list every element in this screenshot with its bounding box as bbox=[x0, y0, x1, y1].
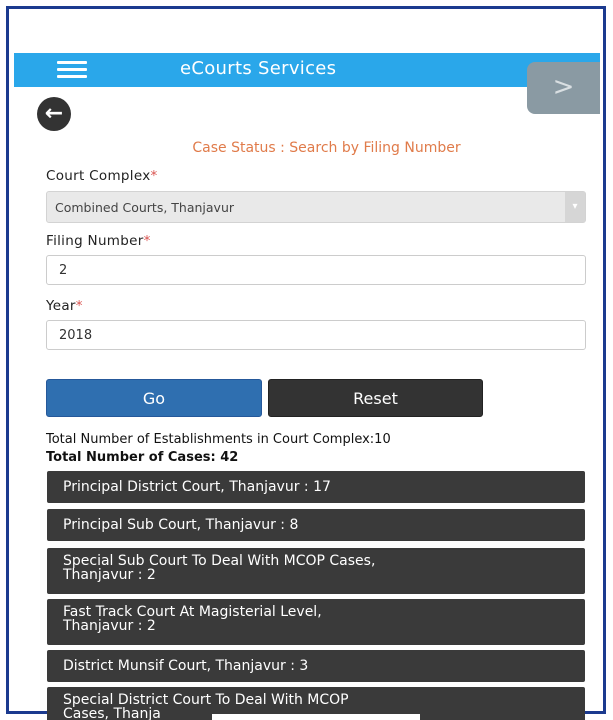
year-label-text: Year bbox=[46, 298, 76, 314]
required-asterisk: * bbox=[75, 298, 83, 314]
establishments-count: Total Number of Establishments in Court … bbox=[46, 432, 391, 447]
court-complex-value: Combined Courts, Thanjavur bbox=[55, 200, 235, 215]
reset-button[interactable]: Reset bbox=[268, 379, 483, 417]
court-item-text-line2: Thanjavur : 2 bbox=[63, 567, 156, 583]
court-item-text-line2: Thanjavur : 2 bbox=[63, 618, 156, 634]
court-item-text: Special Sub Court To Deal With MCOP Case… bbox=[63, 553, 376, 569]
go-button[interactable]: Go bbox=[46, 379, 262, 417]
next-arrow-button[interactable]: > bbox=[527, 62, 600, 114]
court-item-text: Principal District Court, Thanjavur : 17 bbox=[63, 479, 331, 495]
court-complex-label: Court Complex* bbox=[46, 168, 158, 184]
page-title: Case Status : Search by Filing Number bbox=[192, 140, 461, 156]
back-arrow-icon[interactable]: ← bbox=[37, 97, 71, 131]
court-list-item[interactable]: Principal Sub Court, Thanjavur : 8 bbox=[47, 509, 585, 541]
court-item-text: Fast Track Court At Magisterial Level, bbox=[63, 604, 322, 620]
court-list-item[interactable]: Fast Track Court At Magisterial Level, T… bbox=[47, 599, 585, 645]
app-title: eCourts Services bbox=[180, 58, 337, 79]
court-item-text: Special District Court To Deal With MCOP bbox=[63, 692, 349, 708]
required-asterisk: * bbox=[143, 233, 151, 249]
court-list-item[interactable]: Principal District Court, Thanjavur : 17 bbox=[47, 471, 585, 503]
court-list-item[interactable]: District Munsif Court, Thanjavur : 3 bbox=[47, 650, 585, 682]
court-item-text: Principal Sub Court, Thanjavur : 8 bbox=[63, 517, 299, 533]
required-asterisk: * bbox=[150, 168, 158, 184]
court-item-text: District Munsif Court, Thanjavur : 3 bbox=[63, 658, 309, 674]
hamburger-menu-icon[interactable] bbox=[57, 61, 87, 78]
filing-number-label: Filing Number* bbox=[46, 233, 151, 249]
year-label: Year* bbox=[46, 298, 83, 314]
chevron-down-icon[interactable]: ▾ bbox=[565, 192, 585, 222]
year-input[interactable]: 2018 bbox=[46, 320, 586, 350]
court-list-item[interactable]: Special Sub Court To Deal With MCOP Case… bbox=[47, 548, 585, 594]
filing-number-input[interactable]: 2 bbox=[46, 255, 586, 285]
court-complex-label-text: Court Complex bbox=[46, 168, 151, 184]
filing-number-label-text: Filing Number bbox=[46, 233, 144, 249]
overlay-strip bbox=[212, 714, 420, 720]
cases-count: Total Number of Cases: 42 bbox=[46, 450, 239, 465]
court-complex-select[interactable]: Combined Courts, Thanjavur ▾ bbox=[46, 191, 586, 223]
